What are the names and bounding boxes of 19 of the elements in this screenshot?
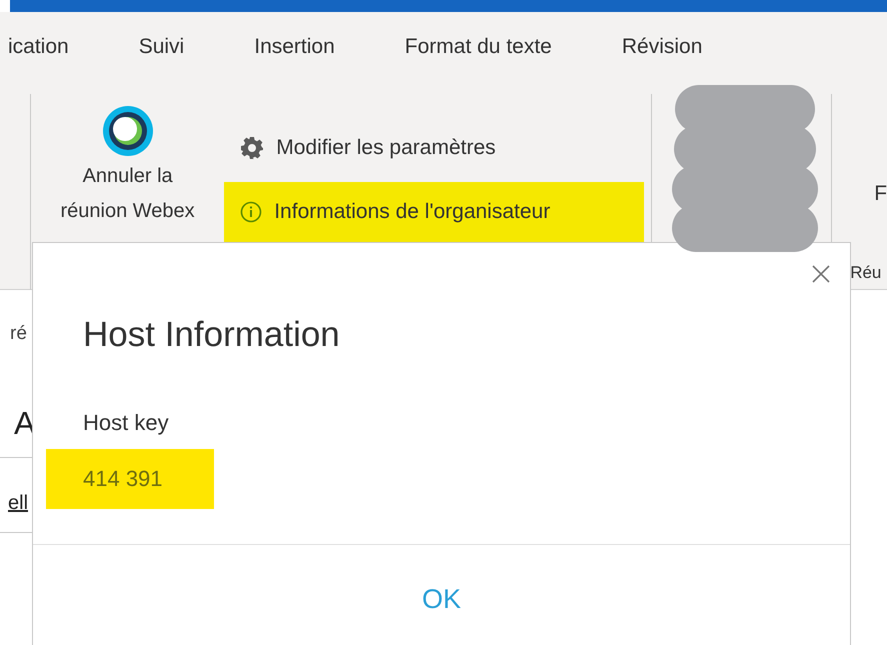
body-text: ré <box>10 322 27 346</box>
host-key-value: 414 391 <box>46 448 214 508</box>
ribbon-tab[interactable]: Révision <box>622 31 702 63</box>
settings-icon <box>240 136 264 160</box>
ribbon-tab[interactable]: Format du texte <box>404 31 552 63</box>
link[interactable]: ell <box>8 492 28 514</box>
close-button[interactable] <box>812 265 830 283</box>
ribbon-tab[interactable]: Insertion <box>254 31 335 63</box>
group-label: Réu <box>850 262 882 284</box>
host-info-button[interactable]: Informations de l'organisateur <box>224 182 644 242</box>
ribbon-button-label: F <box>874 181 887 207</box>
settings-button[interactable]: Modifier les paramètres <box>224 118 644 178</box>
info-icon <box>240 201 262 223</box>
field-label: Host key <box>83 408 169 437</box>
ribbon-tab[interactable]: ication <box>8 31 69 63</box>
webex-logo-icon <box>100 104 155 158</box>
close-icon <box>812 265 830 283</box>
ribbon-tab[interactable]: Suivi <box>138 31 184 63</box>
dialog-title: Host Information <box>83 314 340 356</box>
